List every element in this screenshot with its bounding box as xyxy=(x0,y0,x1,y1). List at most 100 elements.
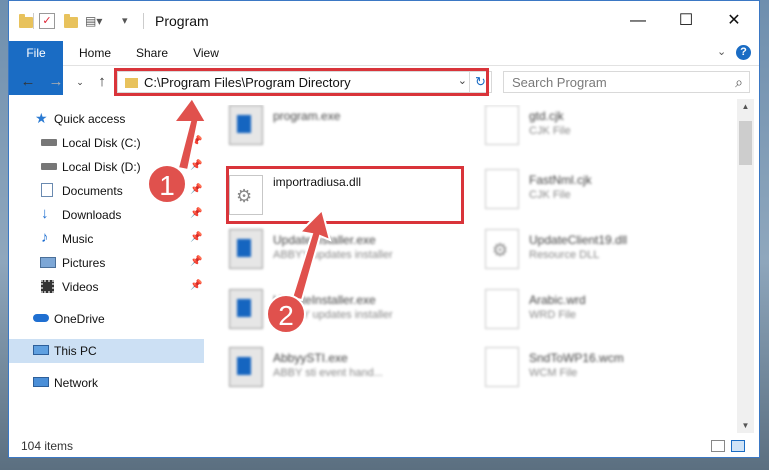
star-icon: ★ xyxy=(35,110,48,126)
file-item[interactable]: UpdateInstaller.exe ABBYY updates instal… xyxy=(217,229,457,283)
downloads-icon: ↓ xyxy=(41,205,49,222)
file-list: program.exe gtd.cjk CJK File importradiu… xyxy=(217,105,741,431)
file-description: WRD File xyxy=(529,309,577,321)
file-description: WCM File xyxy=(529,367,578,379)
up-button[interactable]: ↑ xyxy=(93,73,111,91)
file-description: CJK File xyxy=(529,189,571,201)
document-file-icon xyxy=(485,347,519,387)
item-count: 104 items xyxy=(21,439,74,453)
file-item[interactable]: AbbyySTI.exe ABBY sti event hand... xyxy=(217,347,457,401)
pictures-icon xyxy=(40,257,56,268)
help-icon[interactable]: ? xyxy=(736,45,751,60)
nav-item-label: Quick access xyxy=(54,112,126,126)
file-name: UpdateInstaller.exe xyxy=(273,233,376,247)
nav-item-label: Downloads xyxy=(62,208,122,222)
forward-button[interactable]: → xyxy=(47,73,65,91)
scroll-up-icon[interactable]: ▲ xyxy=(737,102,754,111)
file-description: CJK File xyxy=(529,125,571,137)
file-description: ABBYY updates installer xyxy=(273,249,393,261)
file-description: Resource DLL xyxy=(529,249,600,261)
exe-file-icon xyxy=(229,105,263,145)
file-item[interactable]: gtd.cjk CJK File xyxy=(473,105,713,159)
nav-item-onedrive[interactable]: OneDrive xyxy=(9,307,204,331)
file-item[interactable]: program.exe xyxy=(217,105,457,159)
pin-icon: 📌 xyxy=(190,208,203,219)
nav-item-this-pc[interactable]: This PC xyxy=(9,339,204,363)
nav-item-label: Network xyxy=(54,376,99,390)
file-item[interactable]: UpdateClient19.dll Resource DLL xyxy=(473,229,713,283)
file-name: Arabic.wrd xyxy=(529,293,586,307)
tab-share[interactable]: Share xyxy=(129,41,175,65)
title-bar: ✓ ▤▾ ▾ Program — ☐ ✕ xyxy=(9,1,759,41)
chevron-down-icon[interactable]: ⌄ xyxy=(717,45,726,58)
search-input[interactable]: Search Program xyxy=(512,75,607,90)
file-item[interactable]: SndToWP16.wcm WCM File xyxy=(473,347,713,401)
annotation-badge-1: 1 xyxy=(147,164,187,204)
close-button[interactable]: ✕ xyxy=(719,10,749,32)
address-highlight-box xyxy=(114,68,489,96)
pin-icon: 📌 xyxy=(190,280,203,291)
divider xyxy=(143,13,144,29)
vertical-scrollbar[interactable]: ▲ ▼ xyxy=(737,99,754,433)
file-item[interactable]: Arabic.wrd WRD File xyxy=(473,289,713,343)
file-item[interactable]: UpdateInstaller.exe ABBYY updates instal… xyxy=(217,289,457,343)
details-view-icon[interactable] xyxy=(711,440,725,452)
nav-item-label: Music xyxy=(62,232,94,246)
file-name: program.exe xyxy=(273,109,341,123)
minimize-button[interactable]: — xyxy=(623,10,653,32)
back-button[interactable]: ← xyxy=(19,73,37,91)
document-file-icon xyxy=(485,169,519,209)
tab-home[interactable]: Home xyxy=(71,41,119,65)
quick-access-dropdown-icon[interactable]: ▾ xyxy=(122,13,138,29)
annotation-badge-2: 2 xyxy=(266,294,306,334)
pin-icon: 📌 xyxy=(190,184,203,195)
nav-item-pictures[interactable]: Pictures 📌 xyxy=(9,251,204,275)
search-box[interactable]: Search Program ⌕ xyxy=(503,71,750,93)
file-description: ABBY sti event hand... xyxy=(273,367,383,379)
maximize-button[interactable]: ☐ xyxy=(671,10,701,32)
dll-file-icon xyxy=(485,229,519,269)
search-icon[interactable]: ⌕ xyxy=(735,74,743,91)
nav-item-label: Local Disk (D:) xyxy=(62,160,141,174)
nav-item-downloads[interactable]: ↓ Downloads 📌 xyxy=(9,203,204,227)
onedrive-icon xyxy=(33,314,49,322)
nav-item-local-disk-c[interactable]: Local Disk (C:) 📌 xyxy=(9,131,204,155)
nav-item-label: OneDrive xyxy=(54,312,105,326)
file-highlight-box xyxy=(226,166,464,224)
window-title: Program xyxy=(155,13,209,29)
nav-item-videos[interactable]: Videos 📌 xyxy=(9,275,204,299)
navigation-pane: ★ Quick access Local Disk (C:) 📌 Local D… xyxy=(9,105,204,433)
nav-item-label: This PC xyxy=(54,344,97,358)
music-icon: ♪ xyxy=(41,229,49,246)
ribbon: File Home Share View ⌄ ? xyxy=(9,41,759,95)
exe-file-icon xyxy=(229,229,263,269)
scroll-down-icon[interactable]: ▼ xyxy=(737,421,754,430)
nav-item-label: Pictures xyxy=(62,256,106,270)
pin-icon: 📌 xyxy=(190,256,203,267)
file-name: UpdateClient19.dll xyxy=(529,233,628,247)
scroll-thumb[interactable] xyxy=(739,121,752,165)
properties-icon[interactable]: ✓ xyxy=(39,13,55,29)
tab-view[interactable]: View xyxy=(185,41,227,65)
new-folder-icon[interactable] xyxy=(64,14,78,28)
file-name: gtd.cjk xyxy=(529,109,564,123)
nav-item-network[interactable]: Network xyxy=(9,371,204,395)
pin-icon: 📌 xyxy=(190,160,203,171)
documents-icon xyxy=(41,183,53,197)
file-name: FastNml.cjk xyxy=(529,173,592,187)
customize-toolbar-icon[interactable]: ▤▾ xyxy=(85,13,102,29)
nav-item-label: Local Disk (C:) xyxy=(62,136,141,150)
file-name: SndToWP16.wcm xyxy=(529,351,624,365)
drive-icon xyxy=(41,163,57,170)
this-pc-icon xyxy=(33,345,49,355)
folder-icon xyxy=(19,14,33,28)
recent-locations-button[interactable]: ⌄ xyxy=(71,73,89,91)
large-icons-view-icon[interactable] xyxy=(731,440,745,452)
document-file-icon xyxy=(485,289,519,329)
nav-item-music[interactable]: ♪ Music 📌 xyxy=(9,227,204,251)
file-name: AbbyySTI.exe xyxy=(273,351,348,365)
drive-icon xyxy=(41,139,57,146)
status-bar: 104 items xyxy=(9,435,759,457)
file-item[interactable]: FastNml.cjk CJK File xyxy=(473,169,713,223)
nav-item-quick-access[interactable]: ★ Quick access xyxy=(9,107,204,131)
